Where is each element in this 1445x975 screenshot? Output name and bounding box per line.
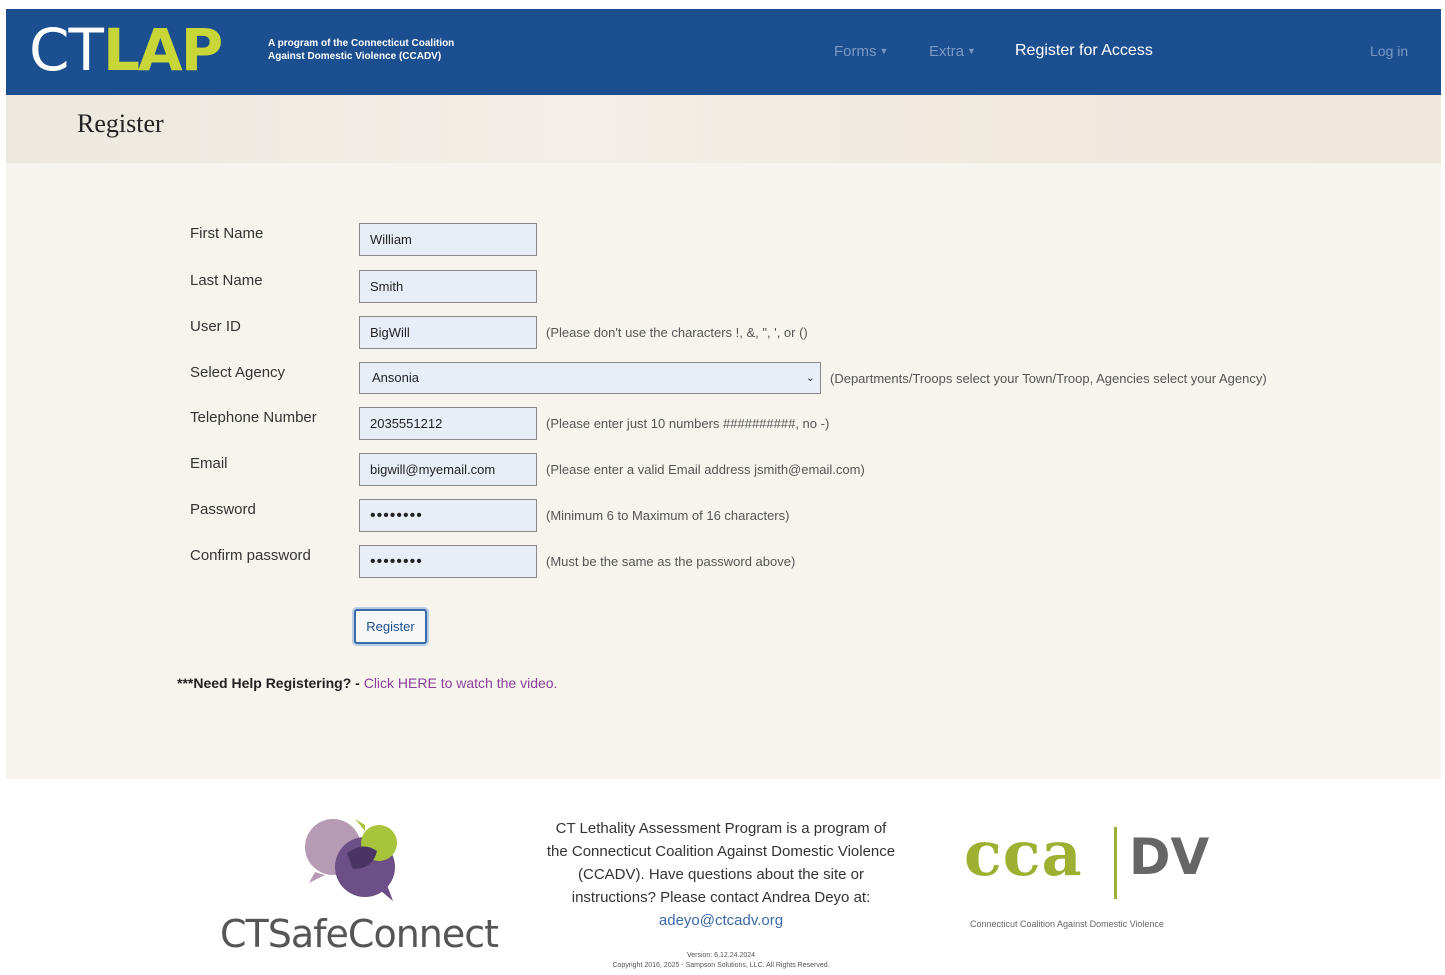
last-name-input[interactable] [359, 270, 537, 303]
chevron-down-icon: ⌄ [805, 372, 815, 384]
footer: CTSafeConnect CT Lethality Assessment Pr… [6, 779, 1441, 975]
password-label: Password [190, 501, 256, 518]
logo-tagline-line2: Against Domestic Violence (CCADV) [268, 51, 442, 62]
user-id-input[interactable] [359, 316, 537, 349]
page-title: Register [77, 109, 164, 138]
confirm-password-hint: (Must be the same as the password above) [546, 554, 796, 569]
agency-selected-value: Ansonia [372, 370, 419, 385]
logo-tagline-line1: A program of the Connecticut Coalition [268, 38, 455, 49]
row-password: Password (Minimum 6 to Maximum of 16 cha… [6, 491, 1441, 532]
user-id-hint: (Please don't use the characters !, &, "… [546, 325, 808, 340]
help-prefix: ***Need Help Registering? - [177, 675, 364, 691]
first-name-label: First Name [190, 225, 264, 242]
logo-lap-text: LAP [102, 16, 223, 84]
password-hint: (Minimum 6 to Maximum of 16 characters) [546, 508, 790, 523]
nav-forms-label: Forms [834, 43, 877, 60]
nav-extra-dropdown[interactable]: Extra ▼ [929, 41, 976, 62]
copyright-text: Copyright 2016, 2025 - Sampson Solutions… [612, 962, 830, 969]
email-input[interactable] [359, 453, 537, 486]
row-first-name: First Name [6, 215, 1441, 256]
row-confirm-password: Confirm password (Must be the same as th… [6, 537, 1441, 578]
footer-info: CT Lethality Assessment Program is a pro… [546, 817, 896, 932]
logo-tagline: A program of the Connecticut Coalition A… [268, 37, 468, 63]
page-frame: CT LAP A program of the Connecticut Coali… [6, 9, 1441, 975]
caret-down-icon: ▼ [967, 46, 976, 56]
nav-register-link[interactable]: Register for Access [1015, 41, 1153, 61]
page-header: Register [6, 95, 1441, 163]
help-line: ***Need Help Registering? - Click HERE t… [177, 675, 557, 691]
email-label: Email [190, 455, 228, 472]
footer-version: Version: 6.12.24.2024 Copyright 2016, 20… [546, 951, 896, 971]
help-video-link[interactable]: Click HERE to watch the video. [364, 675, 558, 691]
ctsafeconnect-logo-icon [305, 819, 397, 901]
agency-select[interactable]: Ansonia ⌄ [359, 362, 821, 394]
agency-label: Select Agency [190, 364, 286, 381]
last-name-label: Last Name [190, 272, 263, 289]
telephone-input[interactable] [359, 407, 537, 440]
row-last-name: Last Name [6, 262, 1441, 303]
register-form-area: First Name Last Name User ID (Please don… [6, 163, 1441, 779]
ccadv-logo-divider [1114, 827, 1117, 899]
nav-login-link[interactable]: Log in [1370, 41, 1408, 61]
row-email: Email (Please enter a valid Email addres… [6, 445, 1441, 486]
nav-extra-label: Extra [929, 43, 965, 60]
confirm-password-input[interactable] [359, 545, 537, 578]
telephone-hint: (Please enter just 10 numbers ##########… [546, 416, 830, 431]
ccadv-logo-dv: DV [1129, 828, 1210, 886]
top-navbar: CT LAP A program of the Connecticut Coali… [6, 9, 1441, 95]
caret-down-icon: ▼ [879, 46, 889, 56]
user-id-label: User ID [190, 318, 241, 335]
ctlap-logo[interactable]: CT LAP [29, 16, 223, 84]
version-text: Version: 6.12.24.2024 [686, 952, 756, 959]
confirm-password-label: Confirm password [190, 547, 311, 564]
password-input[interactable] [359, 499, 537, 532]
logo-ct-text: CT [29, 16, 104, 84]
ccadv-logo-cca: cca [964, 817, 1083, 890]
row-agency: Select Agency Ansonia ⌄ (Departments/Tro… [6, 354, 1441, 394]
nav-forms-dropdown[interactable]: Forms ▼ [834, 41, 888, 62]
register-button[interactable]: Register [354, 609, 427, 644]
ccadv-subtitle: Connecticut Coalition Against Domestic V… [970, 919, 1164, 929]
telephone-label: Telephone Number [190, 409, 317, 426]
row-user-id: User ID (Please don't use the characters… [6, 308, 1441, 349]
ctsafeconnect-wordmark: CTSafeConnect [220, 912, 499, 956]
contact-email-link[interactable]: adeyo@ctcadv.org [659, 912, 783, 929]
email-hint: (Please enter a valid Email address jsmi… [546, 462, 865, 477]
first-name-input[interactable] [359, 223, 537, 256]
agency-hint: (Departments/Troops select your Town/Tro… [830, 371, 1267, 386]
footer-info-text: CT Lethality Assessment Program is a pro… [546, 820, 896, 906]
row-telephone: Telephone Number (Please enter just 10 n… [6, 399, 1441, 440]
